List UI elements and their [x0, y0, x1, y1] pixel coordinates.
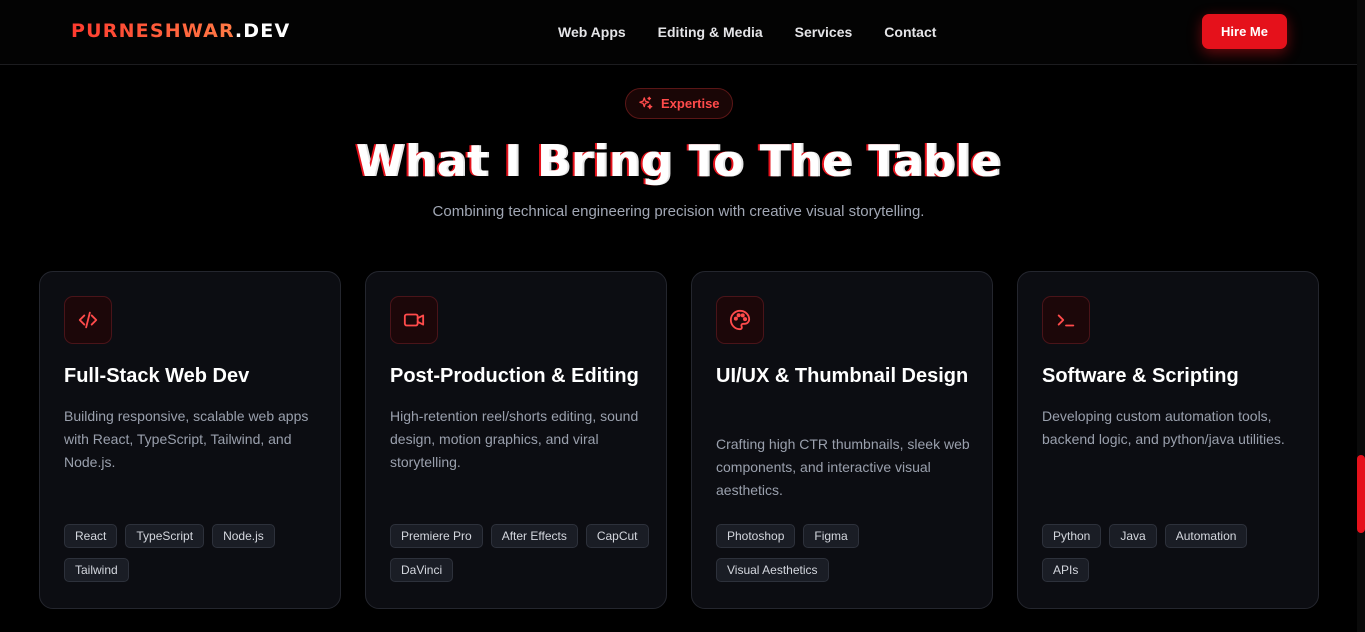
service-card-software[interactable]: Software & Scripting Developing custom a…: [1017, 271, 1319, 609]
card-tags: Photoshop Figma Visual Aesthetics: [716, 524, 976, 582]
service-card-design[interactable]: UI/UX & Thumbnail Design Crafting high C…: [691, 271, 993, 609]
card-tags: Python Java Automation APIs: [1042, 524, 1302, 582]
card-icon-box: [716, 296, 764, 344]
tag: DaVinci: [390, 558, 454, 582]
nav-link-editing-media[interactable]: Editing & Media: [658, 24, 763, 40]
hire-me-button[interactable]: Hire Me: [1202, 14, 1287, 49]
tag: Node.js: [212, 524, 275, 548]
page: PURNESHWAR .DEV Web Apps Editing & Media…: [0, 0, 1365, 632]
card-tags: React TypeScript Node.js Tailwind: [64, 524, 324, 582]
card-icon-box: [64, 296, 112, 344]
expertise-badge: Expertise: [625, 88, 733, 119]
tag: Premiere Pro: [390, 524, 483, 548]
service-card-editing[interactable]: Post-Production & Editing High-retention…: [365, 271, 667, 609]
tag: Visual Aesthetics: [716, 558, 829, 582]
nav-link-web-apps[interactable]: Web Apps: [558, 24, 626, 40]
card-title: Software & Scripting: [1042, 365, 1239, 387]
video-camera-icon: [403, 313, 425, 327]
card-tags: Premiere Pro After Effects CapCut DaVinc…: [390, 524, 650, 582]
logo-brand: PURNESHWAR: [71, 20, 235, 42]
tag: Python: [1042, 524, 1102, 548]
site-logo[interactable]: PURNESHWAR .DEV: [71, 20, 290, 42]
card-title: UI/UX & Thumbnail Design: [716, 365, 969, 387]
card-title: Full-Stack Web Dev: [64, 365, 250, 387]
tag: Figma: [803, 524, 859, 548]
nav-link-contact[interactable]: Contact: [884, 24, 936, 40]
tag: React: [64, 524, 118, 548]
palette-icon: [729, 309, 751, 331]
main-nav: Web Apps Editing & Media Services Contac…: [558, 24, 936, 40]
service-card-web-dev[interactable]: Full-Stack Web Dev Building responsive, …: [39, 271, 341, 609]
tag: Java: [1109, 524, 1157, 548]
scrollbar-thumb[interactable]: [1357, 455, 1365, 533]
card-description: High-retention reel/shorts editing, soun…: [390, 408, 639, 470]
tag: APIs: [1042, 558, 1090, 582]
card-icon-box: [1042, 296, 1090, 344]
tag: TypeScript: [125, 524, 205, 548]
card-icon-box: [390, 296, 438, 344]
badge-label: Expertise: [661, 96, 720, 111]
card-description: Building responsive, scalable web apps w…: [64, 408, 309, 470]
card-title: Post-Production & Editing: [390, 365, 639, 387]
tag: Photoshop: [716, 524, 796, 548]
card-description: Crafting high CTR thumbnails, sleek web …: [716, 436, 970, 498]
tag: CapCut: [585, 524, 649, 548]
code-icon: [78, 311, 98, 329]
section-title: What I Bring To The Table: [355, 136, 1002, 187]
scrollbar-track[interactable]: [1357, 0, 1365, 632]
terminal-icon: [1057, 314, 1075, 327]
tag: Tailwind: [64, 558, 129, 582]
tag: After Effects: [490, 524, 578, 548]
logo-tld: .DEV: [234, 20, 291, 42]
nav-link-services[interactable]: Services: [795, 24, 853, 40]
section-subtitle: Combining technical engineering precisio…: [432, 203, 925, 220]
site-header: PURNESHWAR .DEV Web Apps Editing & Media…: [0, 0, 1357, 65]
card-description: Developing custom automation tools, back…: [1042, 408, 1285, 447]
sparkles-icon: [639, 96, 653, 110]
tag: Automation: [1164, 524, 1248, 548]
